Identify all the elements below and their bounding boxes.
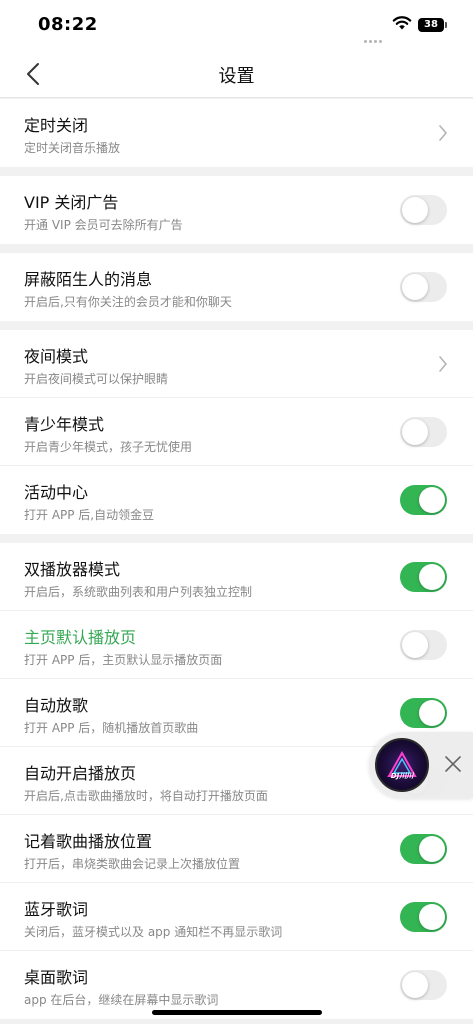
group-separator [0,321,473,330]
setting-title: 记着歌曲播放位置 [24,832,153,851]
toggle-switch[interactable] [400,417,447,447]
settings-group: 屏蔽陌生人的消息开启后,只有你关注的会员才能和你聊天 [0,253,473,321]
setting-description: 关闭后，蓝牙模式以及 app 通知栏不再显示歌词 [24,925,283,939]
toggle-knob [402,419,428,445]
settings-row: 记着歌曲播放位置打开后，串烧类歌曲会记录上次播放位置 [0,815,473,883]
toggle-knob [402,274,428,300]
toggle-knob [419,564,445,590]
setting-title: 桌面歌词 [24,968,89,987]
settings-row: 青少年模式开启青少年模式，孩子无忧使用 [0,398,473,466]
toggle-switch[interactable] [400,834,447,864]
setting-description: 打开 APP 后，主页默认显示播放页面 [24,653,223,667]
wifi-icon [392,16,412,30]
setting-title: VIP 关闭广告 [24,193,119,212]
setting-description: 开启后,点击歌曲播放时，将自动打开播放页面 [24,789,268,803]
setting-title: 夜间模式 [24,347,89,366]
setting-title: 定时关闭 [24,116,89,135]
toggle-knob [402,972,428,998]
album-disc-icon[interactable]: DJ川川 [375,738,429,792]
disc-label: DJ川川 [390,772,414,780]
group-separator [0,244,473,253]
settings-row: 蓝牙歌词关闭后，蓝牙模式以及 app 通知栏不再显示歌词 [0,883,473,951]
setting-description: 开启青少年模式，孩子无忧使用 [24,440,193,454]
setting-description: 打开 APP 后,自动领金豆 [24,508,155,522]
setting-description: app 在后台，继续在屏幕中显示歌词 [24,993,219,1007]
battery-icon: 38 [418,18,447,32]
setting-title: 活动中心 [24,483,89,502]
toggle-switch[interactable] [400,562,447,592]
setting-description: 开启后，系统歌曲列表和用户列表独立控制 [24,585,253,599]
setting-title: 屏蔽陌生人的消息 [24,270,153,289]
setting-title: 自动放歌 [24,696,89,715]
settings-group: 夜间模式开启夜间模式可以保护眼睛青少年模式开启青少年模式，孩子无忧使用活动中心打… [0,330,473,534]
page-title: 设置 [218,66,255,87]
setting-title: 青少年模式 [24,415,105,434]
chevron-right-icon [439,125,447,141]
setting-description: 打开后，串烧类歌曲会记录上次播放位置 [24,857,241,871]
toggle-switch[interactable] [400,698,447,728]
group-separator [0,534,473,543]
toggle-knob [402,197,428,223]
setting-title: 蓝牙歌词 [24,900,89,919]
setting-description: 开启后,只有你关注的会员才能和你聊天 [24,295,232,309]
floating-music-player[interactable]: DJ川川 [370,732,473,798]
cellular-signal-icon [364,28,386,43]
toggle-switch[interactable] [400,970,447,1000]
settings-row: 活动中心打开 APP 后,自动领金豆 [0,466,473,534]
setting-title: 双播放器模式 [24,560,121,579]
settings-row: VIP 关闭广告开通 VIP 会员可去除所有广告 [0,176,473,244]
toggle-knob [419,487,445,513]
setting-title: 自动开启播放页 [24,764,137,783]
settings-row: 屏蔽陌生人的消息开启后,只有你关注的会员才能和你聊天 [0,253,473,321]
settings-group: 定时关闭定时关闭音乐播放 [0,99,473,167]
setting-description: 开启夜间模式可以保护眼睛 [24,372,169,386]
setting-description: 开通 VIP 会员可去除所有广告 [24,218,183,232]
toggle-switch[interactable] [400,272,447,302]
toggle-switch[interactable] [400,485,447,515]
chevron-right-icon [439,356,447,372]
settings-row: 桌面歌词 app 在后台，继续在屏幕中显示歌词 [0,951,473,1019]
toggle-knob [402,632,428,658]
toggle-switch[interactable] [400,630,447,660]
status-bar: 08:22 38 [0,0,473,50]
toggle-knob [419,700,445,726]
close-icon[interactable] [441,752,465,776]
settings-row: 双播放器模式开启后，系统歌曲列表和用户列表独立控制 [0,543,473,611]
settings-row: 主页默认播放页打开 APP 后，主页默认显示播放页面 [0,611,473,679]
toggle-switch[interactable] [400,195,447,225]
toggle-knob [419,904,445,930]
toggle-knob [419,836,445,862]
setting-title: 主页默认播放页 [24,628,137,647]
settings-row[interactable]: 夜间模式开启夜间模式可以保护眼睛 [0,330,473,398]
setting-description: 定时关闭音乐播放 [24,141,121,155]
status-time: 08:22 [38,14,98,35]
toggle-switch[interactable] [400,902,447,932]
settings-row[interactable]: 定时关闭定时关闭音乐播放 [0,99,473,167]
navigation-bar: 设置 [0,50,473,98]
settings-group: VIP 关闭广告开通 VIP 会员可去除所有广告 [0,176,473,244]
group-separator [0,167,473,176]
settings-list: 定时关闭定时关闭音乐播放 VIP 关闭广告开通 VIP 会员可去除所有广告屏蔽陌生… [0,99,473,1019]
home-indicator[interactable] [152,1010,322,1015]
setting-description: 打开 APP 后，随机播放首页歌曲 [24,721,199,735]
